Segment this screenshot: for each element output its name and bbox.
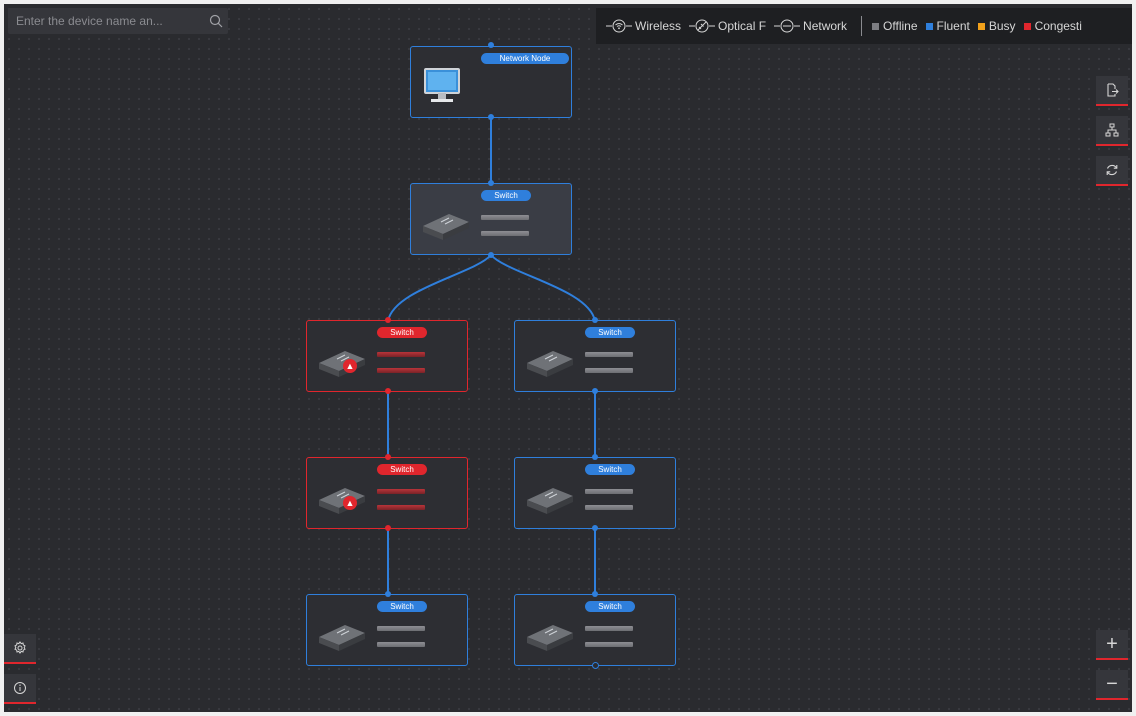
switch-device-icon	[423, 214, 469, 240]
switch-node-left-1[interactable]: Switch ▲	[306, 320, 468, 392]
left1-top-port	[385, 317, 391, 323]
optical-fiber-link-icon	[689, 19, 716, 33]
export-icon	[1107, 83, 1119, 97]
topology-canvas[interactable]: Wireless Optical F Network Offline Fluen…	[4, 4, 1132, 712]
switch-node-right-3[interactable]: Switch	[514, 594, 676, 666]
switch1-bottom-port	[488, 252, 494, 258]
device-name-redacted	[585, 489, 633, 494]
left3-top-port	[385, 591, 391, 597]
refresh-button[interactable]	[1096, 156, 1128, 186]
device-name-redacted	[481, 215, 529, 220]
search-icon[interactable]	[204, 9, 228, 33]
switch-node-right-1[interactable]: Switch	[514, 320, 676, 392]
device-name-redacted	[377, 352, 425, 357]
device-ip-redacted	[585, 505, 633, 510]
alarm-bell-icon: ▲	[343, 496, 357, 510]
switch-device-icon	[527, 625, 573, 651]
left2-bottom-port	[385, 525, 391, 531]
root-bottom-port	[488, 114, 494, 120]
zoom-out-button[interactable]: −	[1096, 670, 1128, 700]
busy-swatch	[977, 22, 985, 30]
node-type-badge: Switch	[377, 601, 427, 612]
fluent-swatch	[925, 22, 933, 30]
right1-top-port	[592, 317, 598, 323]
network-cable-link-icon	[774, 19, 801, 33]
switch-node-right-2[interactable]: Switch	[514, 457, 676, 529]
link-switch1-right	[490, 254, 596, 322]
switch-device-icon	[319, 625, 365, 651]
legend-fluent: Fluent	[925, 19, 970, 33]
settings-button[interactable]	[4, 634, 36, 664]
switch1-top-port	[488, 180, 494, 186]
zoom-in-button[interactable]: +	[1096, 630, 1128, 660]
topology-layout-icon	[1105, 123, 1119, 137]
device-name-redacted	[377, 626, 425, 631]
node-type-badge: Switch	[481, 190, 531, 201]
link-switch1-left	[387, 254, 492, 322]
legend-divider	[861, 16, 863, 36]
legend-network: Network	[774, 19, 847, 33]
wifi-link-icon	[606, 19, 632, 33]
export-button[interactable]	[1096, 76, 1128, 106]
alarm-bell-icon: ▲	[343, 359, 357, 373]
device-ip-redacted	[377, 642, 425, 647]
legend-wireless-label: Wireless	[635, 19, 682, 33]
legend-busy: Busy	[977, 19, 1016, 33]
legend-optical-label: Optical F	[718, 19, 767, 33]
legend-offline: Offline	[872, 19, 918, 33]
congestion-swatch	[1023, 22, 1031, 30]
switch-node-level1[interactable]: Switch	[410, 183, 572, 255]
network-node-card[interactable]: Network Node	[410, 46, 572, 118]
node-type-badge: Switch	[585, 601, 635, 612]
legend-congestion: Congesti	[1023, 19, 1082, 33]
device-search-box	[8, 8, 228, 34]
device-ip-redacted	[377, 368, 425, 373]
device-ip-redacted	[481, 231, 529, 236]
legend-fluent-label: Fluent	[936, 19, 970, 33]
switch-node-left-3[interactable]: Switch	[306, 594, 468, 666]
right3-top-port	[592, 591, 598, 597]
right2-bottom-port	[592, 525, 598, 531]
switch-node-left-2[interactable]: Switch ▲	[306, 457, 468, 529]
left2-top-port	[385, 454, 391, 460]
topology-layout-button[interactable]	[1096, 116, 1128, 146]
minus-icon: −	[1106, 673, 1118, 695]
refresh-icon	[1106, 164, 1118, 176]
legend-congestion-label: Congesti	[1034, 19, 1082, 33]
info-button[interactable]	[4, 674, 36, 704]
left1-bottom-port	[385, 388, 391, 394]
root-top-port	[488, 42, 494, 48]
device-ip-redacted	[377, 505, 425, 510]
legend-busy-label: Busy	[988, 19, 1016, 33]
device-name-redacted	[585, 626, 633, 631]
node-type-badge: Switch	[585, 327, 635, 338]
right3-bottom-port[interactable]	[592, 662, 599, 669]
node-type-badge: Switch	[377, 464, 427, 475]
switch-device-icon	[527, 488, 573, 514]
offline-swatch	[872, 22, 880, 30]
node-type-badge: Network Node	[481, 53, 569, 64]
switch-device-icon	[319, 488, 365, 514]
right2-top-port	[592, 454, 598, 460]
monitor-icon	[424, 68, 460, 102]
gear-icon	[14, 641, 26, 654]
device-name-redacted	[585, 352, 633, 357]
node-type-badge: Switch	[585, 464, 635, 475]
legend-optical: Optical F	[689, 19, 766, 33]
legend-offline-label: Offline	[883, 19, 918, 33]
device-ip-redacted	[585, 368, 633, 373]
device-search-input[interactable]	[8, 8, 204, 34]
topology-legend: Wireless Optical F Network Offline Fluen…	[596, 8, 1132, 44]
legend-wireless: Wireless	[606, 19, 681, 33]
device-ip-redacted	[585, 642, 633, 647]
switch-device-icon	[527, 351, 573, 377]
legend-network-label: Network	[803, 19, 848, 33]
switch-device-icon	[319, 351, 365, 377]
right1-bottom-port	[592, 388, 598, 394]
device-name-redacted	[377, 489, 425, 494]
info-icon	[14, 682, 26, 694]
node-type-badge: Switch	[377, 327, 427, 338]
plus-icon: +	[1106, 633, 1118, 655]
